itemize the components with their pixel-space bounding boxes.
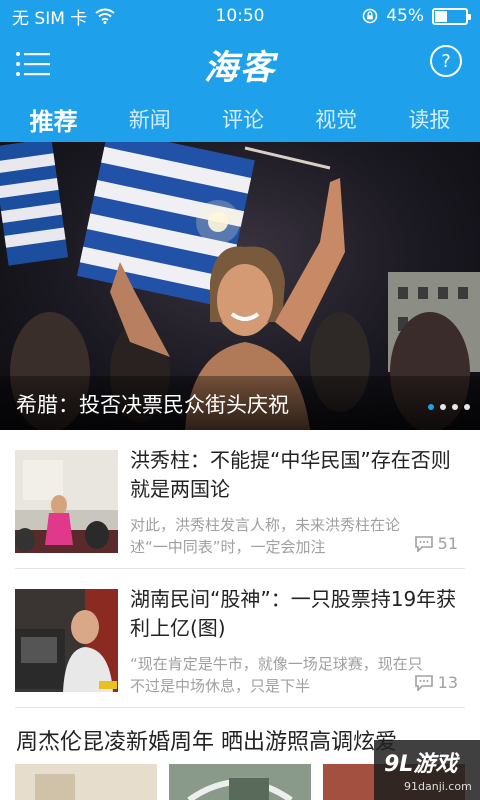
help-button[interactable]: ?	[430, 45, 462, 77]
watermark-logo: 9L游戏	[384, 752, 458, 777]
carrier-label: 无 SIM 卡	[12, 8, 88, 29]
carousel-dot[interactable]	[428, 404, 434, 410]
app-header: 海客 ?	[0, 32, 480, 96]
tab-visual[interactable]: 视觉	[307, 98, 365, 140]
status-left: 无 SIM 卡	[12, 4, 115, 29]
status-right: 45%	[362, 6, 471, 26]
tab-recommend[interactable]: 推荐	[22, 96, 86, 143]
app-logo: 海客	[204, 47, 276, 88]
comment-icon	[414, 674, 433, 691]
hero-banner[interactable]: 希腊：投否决票民众街头庆祝	[0, 142, 480, 430]
comment-icon	[414, 535, 433, 552]
tab-commentary[interactable]: 评论	[214, 98, 272, 140]
tab-news[interactable]: 新闻	[121, 98, 179, 140]
watermark-url: 91danji.com	[404, 780, 472, 793]
comment-count-value: 13	[437, 673, 458, 692]
category-tabs: 推荐 新闻 评论 视觉 读报	[0, 96, 480, 142]
news-title: 湖南民间“股神”：一只股票持19年获利上亿(图)	[130, 587, 457, 640]
menu-button[interactable]	[14, 46, 52, 82]
news-thumbnail	[15, 589, 118, 692]
news-item[interactable]: 洪秀柱：不能提“中华民国”存在否则就是两国论 对此，洪秀柱发言人称，未来洪秀柱在…	[0, 430, 480, 568]
gallery-thumbnail[interactable]	[169, 764, 311, 800]
carousel-dots	[428, 404, 470, 410]
hero-caption-bar: 希腊：投否决票民众街头庆祝	[0, 376, 480, 430]
gallery-thumbnail[interactable]	[15, 764, 157, 800]
news-title: 洪秀柱：不能提“中华民国”存在否则就是两国论	[130, 448, 451, 501]
news-thumbnail	[15, 450, 118, 553]
site-watermark: 9L游戏 91danji.com	[374, 740, 480, 800]
carousel-dot[interactable]	[440, 404, 446, 410]
comment-count[interactable]: 51	[414, 534, 458, 553]
gallery-title[interactable]: 周杰伦昆凌新婚周年 晒出游照高调炫爱	[16, 724, 397, 756]
tab-newspaper[interactable]: 读报	[400, 98, 458, 140]
hero-caption: 希腊：投否决票民众街头庆祝	[16, 393, 289, 417]
battery-level	[435, 10, 448, 22]
status-bar: 无 SIM 卡 10:50 45%	[0, 0, 480, 32]
wifi-icon	[95, 8, 115, 24]
news-summary: “现在肯定是牛市，就像一场足球赛，现在只不过是中场休息，只是下半	[130, 655, 423, 695]
battery-icon	[432, 7, 471, 25]
carousel-dot[interactable]	[452, 404, 458, 410]
comment-count[interactable]: 13	[414, 673, 458, 692]
battery-percent: 45%	[386, 6, 424, 26]
comment-count-value: 51	[437, 534, 458, 553]
rotation-lock-icon	[362, 8, 378, 24]
carousel-dot[interactable]	[464, 404, 470, 410]
question-mark-icon: ?	[441, 50, 451, 72]
news-item[interactable]: 湖南民间“股神”：一只股票持19年获利上亿(图) “现在肯定是牛市，就像一场足球…	[0, 569, 480, 707]
list-divider	[15, 707, 465, 708]
hamburger-icon	[16, 52, 50, 76]
news-summary: 对此，洪秀柱发言人称，未来洪秀柱在论述“一中同表”时，一定会加注	[130, 516, 401, 556]
